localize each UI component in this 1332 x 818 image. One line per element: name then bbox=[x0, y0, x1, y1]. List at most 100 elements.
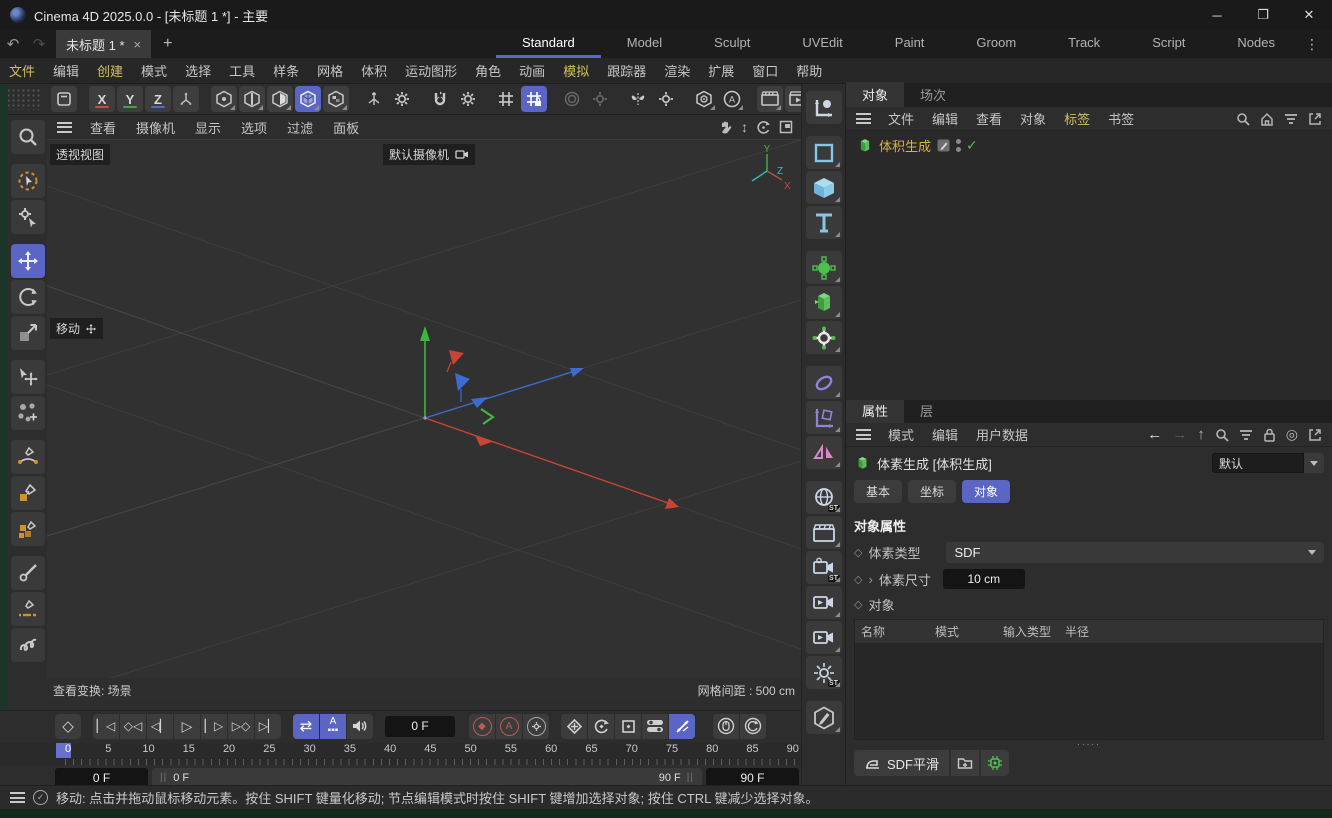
redo-icon[interactable]: ↷ bbox=[26, 35, 52, 53]
symmetry-mirror-icon[interactable] bbox=[625, 86, 651, 112]
volume-builder-button[interactable] bbox=[806, 286, 842, 319]
close-tab-icon[interactable]: × bbox=[134, 37, 142, 52]
vp-menu-view[interactable]: 查看 bbox=[80, 118, 126, 137]
key-diamond-icon[interactable]: ◇ bbox=[854, 573, 862, 586]
auto-mode-icon[interactable]: A bbox=[719, 86, 745, 112]
preset-dropdown-arrow[interactable] bbox=[1304, 453, 1324, 473]
spline-object-button[interactable] bbox=[806, 136, 842, 169]
sound-icon[interactable] bbox=[347, 714, 373, 739]
om-menu-edit[interactable]: 编辑 bbox=[923, 109, 967, 128]
points-move-tool-icon[interactable] bbox=[11, 396, 45, 430]
am-hamburger-icon[interactable] bbox=[856, 429, 871, 440]
playback-mouse-icon[interactable] bbox=[713, 714, 739, 739]
range-grip-right[interactable]: || bbox=[687, 772, 694, 783]
object-tree[interactable]: 体积生成 ✓ bbox=[846, 131, 1332, 400]
menu-mograph[interactable]: 运动图形 bbox=[396, 61, 466, 80]
snap-settings-gear-icon[interactable] bbox=[455, 86, 481, 112]
am-popout-icon[interactable] bbox=[1308, 428, 1322, 442]
om-menu-view[interactable]: 查看 bbox=[967, 109, 1011, 128]
nav-back-icon[interactable]: ← bbox=[1147, 426, 1162, 443]
toggle-panel-icon[interactable] bbox=[779, 120, 793, 134]
expand-arrow-icon[interactable]: › bbox=[868, 572, 872, 587]
key-scale-icon[interactable] bbox=[615, 714, 641, 739]
material-editor-button[interactable] bbox=[806, 701, 842, 734]
sketch-spline-tool-icon[interactable] bbox=[11, 592, 45, 626]
layout-tab-paint[interactable]: Paint bbox=[869, 30, 951, 58]
axis-lock-z-button[interactable]: Z bbox=[145, 86, 171, 112]
axis-lock-x-button[interactable]: X bbox=[89, 86, 115, 112]
viewport-hamburger-icon[interactable] bbox=[57, 122, 72, 133]
new-tab-button[interactable]: + bbox=[151, 35, 184, 53]
play-icon[interactable]: ▷ bbox=[174, 714, 200, 739]
layout-tab-nodes[interactable]: Nodes bbox=[1211, 30, 1301, 58]
autokey-mode-icon[interactable]: A▪▪▪ bbox=[320, 714, 346, 739]
vp-menu-filter[interactable]: 过滤 bbox=[277, 118, 323, 137]
render-view-icon[interactable] bbox=[757, 86, 783, 112]
undo-icon[interactable]: ↶ bbox=[0, 35, 26, 53]
viewport-solo-icon[interactable] bbox=[691, 86, 717, 112]
chip-settings-button[interactable] bbox=[981, 750, 1009, 776]
objects-table-body[interactable] bbox=[854, 644, 1324, 740]
tab-objects[interactable]: 对象 bbox=[846, 82, 904, 107]
key-diamond-icon[interactable]: ◇ bbox=[854, 598, 862, 611]
vp-menu-options[interactable]: 选项 bbox=[231, 118, 277, 137]
key-diamond-icon[interactable]: ◇ bbox=[854, 546, 862, 559]
col-radius[interactable]: 半径 bbox=[1065, 623, 1089, 640]
layout-tab-sculpt[interactable]: Sculpt bbox=[688, 30, 776, 58]
tab-attributes[interactable]: 属性 bbox=[846, 398, 904, 423]
am-menu-mode[interactable]: 模式 bbox=[879, 425, 923, 444]
layout-tab-track[interactable]: Track bbox=[1042, 30, 1126, 58]
col-name[interactable]: 名称 bbox=[861, 623, 935, 640]
voxel-type-dropdown[interactable]: SDF bbox=[946, 542, 1324, 563]
vp-menu-camera[interactable]: 摄像机 bbox=[126, 118, 185, 137]
key-parameters-icon[interactable] bbox=[642, 714, 668, 739]
om-menu-object[interactable]: 对象 bbox=[1011, 109, 1055, 128]
object-row-volume-builder[interactable]: 体积生成 ✓ bbox=[846, 131, 1332, 155]
om-menu-file[interactable]: 文件 bbox=[879, 109, 923, 128]
deformer-button[interactable] bbox=[806, 366, 842, 399]
live-selection-tool-icon[interactable] bbox=[11, 164, 45, 198]
object-name[interactable]: 体积生成 bbox=[879, 136, 931, 155]
om-filter-icon[interactable] bbox=[1284, 113, 1298, 125]
voxel-size-input[interactable]: 10 cm bbox=[943, 569, 1025, 589]
panel-box-icon[interactable] bbox=[51, 86, 77, 112]
om-home-icon[interactable] bbox=[1260, 112, 1274, 126]
workplane-icon[interactable] bbox=[361, 86, 387, 112]
spline-smooth-tool-icon[interactable] bbox=[11, 628, 45, 662]
modeling-axis-icon[interactable] bbox=[559, 86, 585, 112]
keyframe-settings-icon[interactable] bbox=[523, 714, 549, 739]
coordinate-system-icon[interactable] bbox=[173, 86, 199, 112]
key-rotation-icon[interactable] bbox=[588, 714, 614, 739]
om-search-icon[interactable] bbox=[1236, 112, 1250, 126]
goto-start-icon[interactable]: ▏◁ bbox=[93, 714, 119, 739]
menu-window[interactable]: 窗口 bbox=[743, 61, 787, 80]
prev-key-icon[interactable]: ◇◁ bbox=[120, 714, 146, 739]
null-object-button[interactable] bbox=[806, 91, 842, 124]
edges-mode-icon[interactable] bbox=[239, 86, 265, 112]
menu-animate[interactable]: 动画 bbox=[510, 61, 554, 80]
menu-render[interactable]: 渲染 bbox=[655, 61, 699, 80]
axis-lock-y-button[interactable]: Y bbox=[117, 86, 143, 112]
om-popout-icon[interactable] bbox=[1308, 112, 1322, 126]
menu-file[interactable]: 文件 bbox=[0, 61, 44, 80]
nav-up-icon[interactable]: ↑ bbox=[1197, 426, 1205, 443]
goto-end-icon[interactable]: ▷▏ bbox=[255, 714, 281, 739]
primitive-cube-button[interactable] bbox=[806, 171, 842, 204]
polygons-mode-icon[interactable] bbox=[267, 86, 293, 112]
key-position-icon[interactable] bbox=[561, 714, 587, 739]
camera-object-button[interactable]: ST bbox=[806, 551, 842, 584]
am-search-icon[interactable] bbox=[1215, 428, 1229, 442]
playback-loop-icon[interactable] bbox=[740, 714, 766, 739]
layer-edit-icon[interactable] bbox=[936, 138, 951, 153]
autokeying-icon[interactable]: A bbox=[496, 714, 522, 739]
zoom-tool-icon[interactable] bbox=[11, 120, 45, 154]
am-filter-icon[interactable] bbox=[1239, 429, 1253, 441]
more-layouts-icon[interactable]: ⋮ bbox=[1301, 36, 1332, 53]
menu-spline[interactable]: 样条 bbox=[264, 61, 308, 80]
col-mode[interactable]: 模式 bbox=[935, 623, 1003, 640]
menu-help[interactable]: 帮助 bbox=[787, 61, 831, 80]
light-object-button[interactable]: ST bbox=[806, 656, 842, 689]
layout-tab-standard[interactable]: Standard bbox=[496, 30, 601, 58]
sdf-smooth-button[interactable]: SDF平滑 bbox=[854, 750, 949, 776]
menu-tools[interactable]: 工具 bbox=[220, 61, 264, 80]
